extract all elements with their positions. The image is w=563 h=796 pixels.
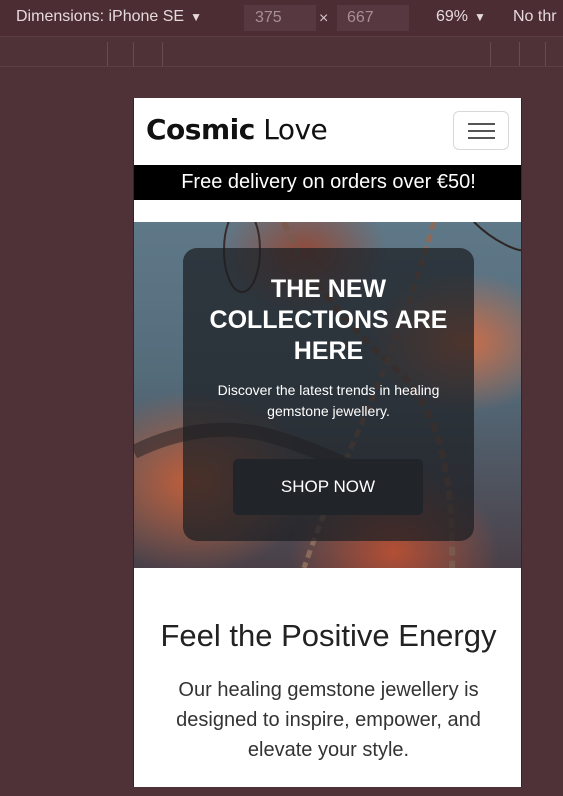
shop-now-button[interactable]: SHOP NOW <box>233 459 423 515</box>
media-query-bar[interactable] <box>0 38 563 67</box>
media-query-marker[interactable] <box>162 42 163 66</box>
dimension-separator: × <box>319 10 329 27</box>
media-query-marker[interactable] <box>519 42 520 66</box>
media-query-marker[interactable] <box>545 42 546 66</box>
promo-banner: Free delivery on orders over €50! <box>134 165 521 200</box>
site-logo[interactable]: Cosmic Love <box>146 113 328 146</box>
device-height-input[interactable]: 667 <box>337 5 409 31</box>
throttling-dropdown[interactable]: No thr <box>513 8 557 26</box>
menu-toggle-button[interactable] <box>453 111 509 150</box>
media-query-marker[interactable] <box>107 42 108 66</box>
hero-title: THE NEW COLLECTIONS ARE HERE <box>209 275 448 365</box>
media-query-marker[interactable] <box>133 42 134 66</box>
chevron-down-icon: ▼ <box>474 10 486 24</box>
hero-image: THE NEW COLLECTIONS ARE HERE Discover th… <box>134 222 521 568</box>
device-toolbar: Dimensions: iPhone SE ▼ 375 × 667 69% ▼ No… <box>0 0 563 37</box>
brand-name-bold: Cosmic <box>146 113 255 146</box>
zoom-label: 69% <box>436 8 469 25</box>
site-navbar: Cosmic Love <box>134 98 521 164</box>
device-width-input[interactable]: 375 <box>244 5 316 31</box>
chevron-down-icon: ▼ <box>190 10 202 24</box>
device-viewport: Cosmic Love Free delivery on orders over… <box>133 98 522 787</box>
zoom-dropdown[interactable]: 69% ▼ <box>436 8 486 26</box>
device-dimensions-label: Dimensions: iPhone SE <box>16 8 185 25</box>
brand-name-light: Love <box>254 113 328 146</box>
section-text: Our healing gemstone jewellery is design… <box>176 679 481 761</box>
section-title: Feel the Positive Energy <box>160 618 497 653</box>
hero-text: Discover the latest trends in healing ge… <box>217 382 440 419</box>
media-query-marker[interactable] <box>490 42 491 66</box>
device-dimensions-dropdown[interactable]: Dimensions: iPhone SE ▼ <box>16 8 202 26</box>
hero-card: THE NEW COLLECTIONS ARE HERE Discover th… <box>183 248 474 541</box>
